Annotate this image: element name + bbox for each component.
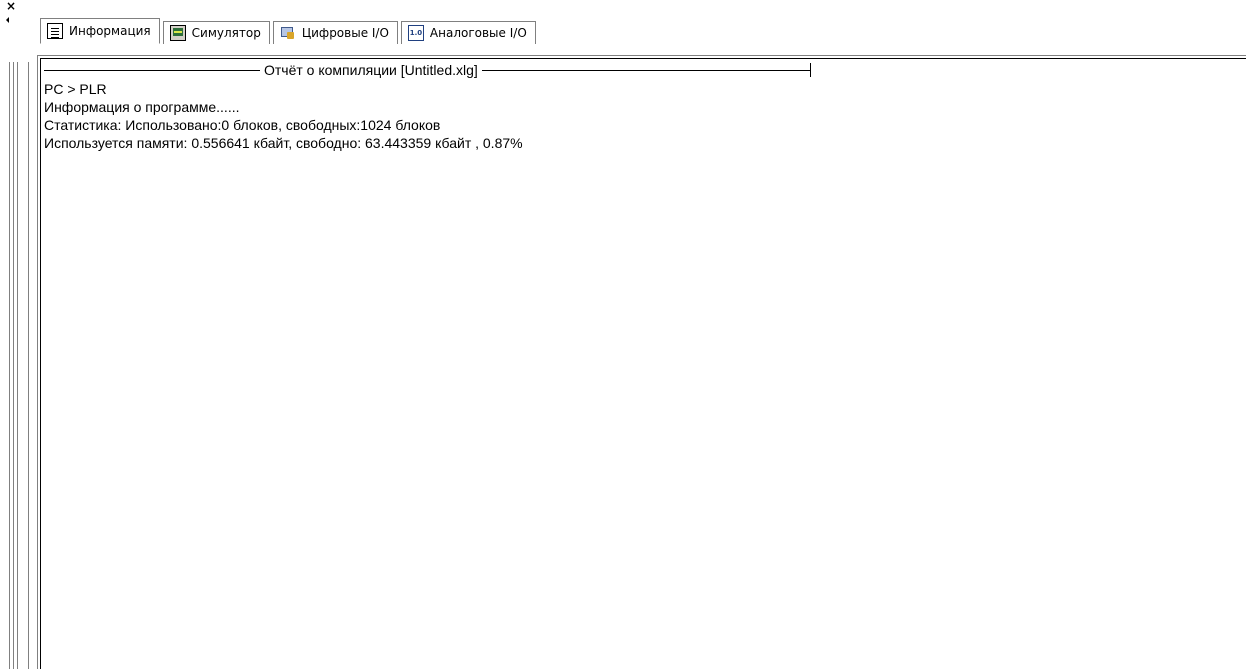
report-line-memory: Используется памяти: 0.556641 кбайт, сво… xyxy=(44,135,523,151)
tab-digital-io[interactable]: Цифровые I/O xyxy=(272,21,398,44)
tab-label: Симулятор xyxy=(191,26,261,40)
report-line-program-info: Информация о программе...... xyxy=(44,99,240,115)
info-document-icon xyxy=(47,23,63,39)
header-rule-end xyxy=(810,63,811,77)
simulator-icon xyxy=(169,25,186,41)
tab-analog-io[interactable]: 1.0 Аналоговые I/O xyxy=(400,21,536,44)
tab-strip: Информация Симулятор Цифровые I/O 1.0 Ан… xyxy=(40,16,539,44)
header-rule-right xyxy=(481,69,810,71)
dock-gutter: × xyxy=(0,0,36,669)
report-title: Отчёт о компиляции [Untitled.xlg] xyxy=(264,62,478,78)
analog-io-icon: 1.0 xyxy=(407,25,424,41)
tab-label: Информация xyxy=(69,24,151,38)
report-line-path: PC > PLR xyxy=(44,81,107,97)
report-text-area[interactable]: Отчёт о компиляции [Untitled.xlg] PC > P… xyxy=(40,58,1246,669)
header-rule-left xyxy=(44,69,260,71)
dock-separator xyxy=(17,62,18,669)
digital-io-icon xyxy=(280,25,296,41)
dock-separator xyxy=(28,62,29,669)
dock-grip-handle[interactable] xyxy=(9,62,14,669)
report-line-statistics: Статистика: Использовано:0 блоков, свобо… xyxy=(44,117,441,133)
close-panel-icon[interactable]: × xyxy=(6,0,18,12)
tab-simulator[interactable]: Симулятор xyxy=(162,21,270,44)
report-header: Отчёт о компиляции [Untitled.xlg] xyxy=(44,61,811,79)
tab-label: Аналоговые I/O xyxy=(429,26,527,40)
tab-information[interactable]: Информация xyxy=(40,18,160,44)
tab-label: Цифровые I/O xyxy=(301,26,389,40)
collapse-arrow-icon[interactable] xyxy=(6,17,9,23)
report-panel[interactable]: Отчёт о компиляции [Untitled.xlg] PC > P… xyxy=(37,55,1246,669)
